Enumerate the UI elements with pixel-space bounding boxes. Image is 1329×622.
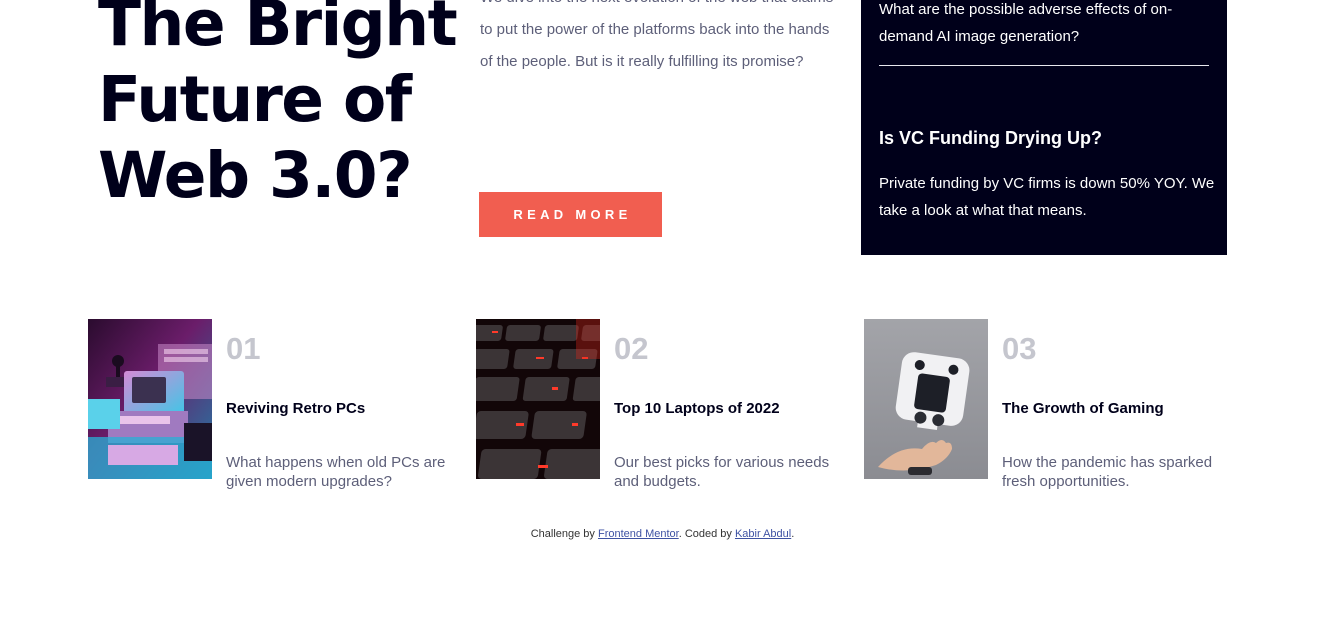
read-more-button[interactable]: READ MORE <box>479 192 662 237</box>
card-description: Our best picks for various needs and bud… <box>614 454 830 490</box>
game-controller-image[interactable] <box>864 319 988 479</box>
card-description: What happens when old PCs are given mode… <box>226 454 446 490</box>
divider <box>879 65 1209 66</box>
new-item-description: Private funding by VC firms is down 50% … <box>879 175 1215 219</box>
card-number: 02 <box>614 331 649 366</box>
card-number: 03 <box>1002 331 1037 366</box>
new-item-title[interactable]: Is VC Funding Drying Up? <box>879 126 1215 150</box>
hero-title-line-2: Future of <box>98 63 412 136</box>
hero-description: We dive into the next evolution of the w… <box>480 0 833 70</box>
new-articles-panel: What are the possible adverse effects of… <box>861 0 1227 255</box>
card-title[interactable]: The Growth of Gaming <box>1002 399 1242 419</box>
card-title[interactable]: Reviving Retro PCs <box>226 399 466 419</box>
hero-title-line-3: Web 3.0? <box>98 139 413 212</box>
hero-title-line-1: The Bright <box>98 0 458 60</box>
attribution: Challenge by Frontend Mentor. Coded by K… <box>0 527 1325 541</box>
article-card: 02 Top 10 Laptops of 2022 Our best picks… <box>476 319 861 499</box>
article-card: 03 The Growth of Gaming How the pandemic… <box>864 319 1249 499</box>
card-title[interactable]: Top 10 Laptops of 2022 <box>614 399 854 419</box>
frontend-mentor-link[interactable]: Frontend Mentor <box>598 528 679 540</box>
attribution-middle: . Coded by <box>678 528 735 540</box>
laptop-keyboard-image[interactable] <box>476 319 600 479</box>
hero-title: The Bright Future of Web 3.0? <box>98 0 458 214</box>
retro-pc-image[interactable] <box>88 319 212 479</box>
attribution-prefix: Challenge by <box>530 528 598 540</box>
card-description: How the pandemic has sparked fresh oppor… <box>1002 454 1213 490</box>
author-link[interactable]: Kabir Abdul <box>735 528 791 540</box>
article-card: 01 Reviving Retro PCs What happens when … <box>88 319 473 499</box>
new-item-description: What are the possible adverse effects of… <box>879 1 1173 45</box>
read-more-label: READ MORE <box>513 207 632 222</box>
attribution-suffix: . <box>791 528 795 540</box>
card-number: 01 <box>226 331 261 366</box>
